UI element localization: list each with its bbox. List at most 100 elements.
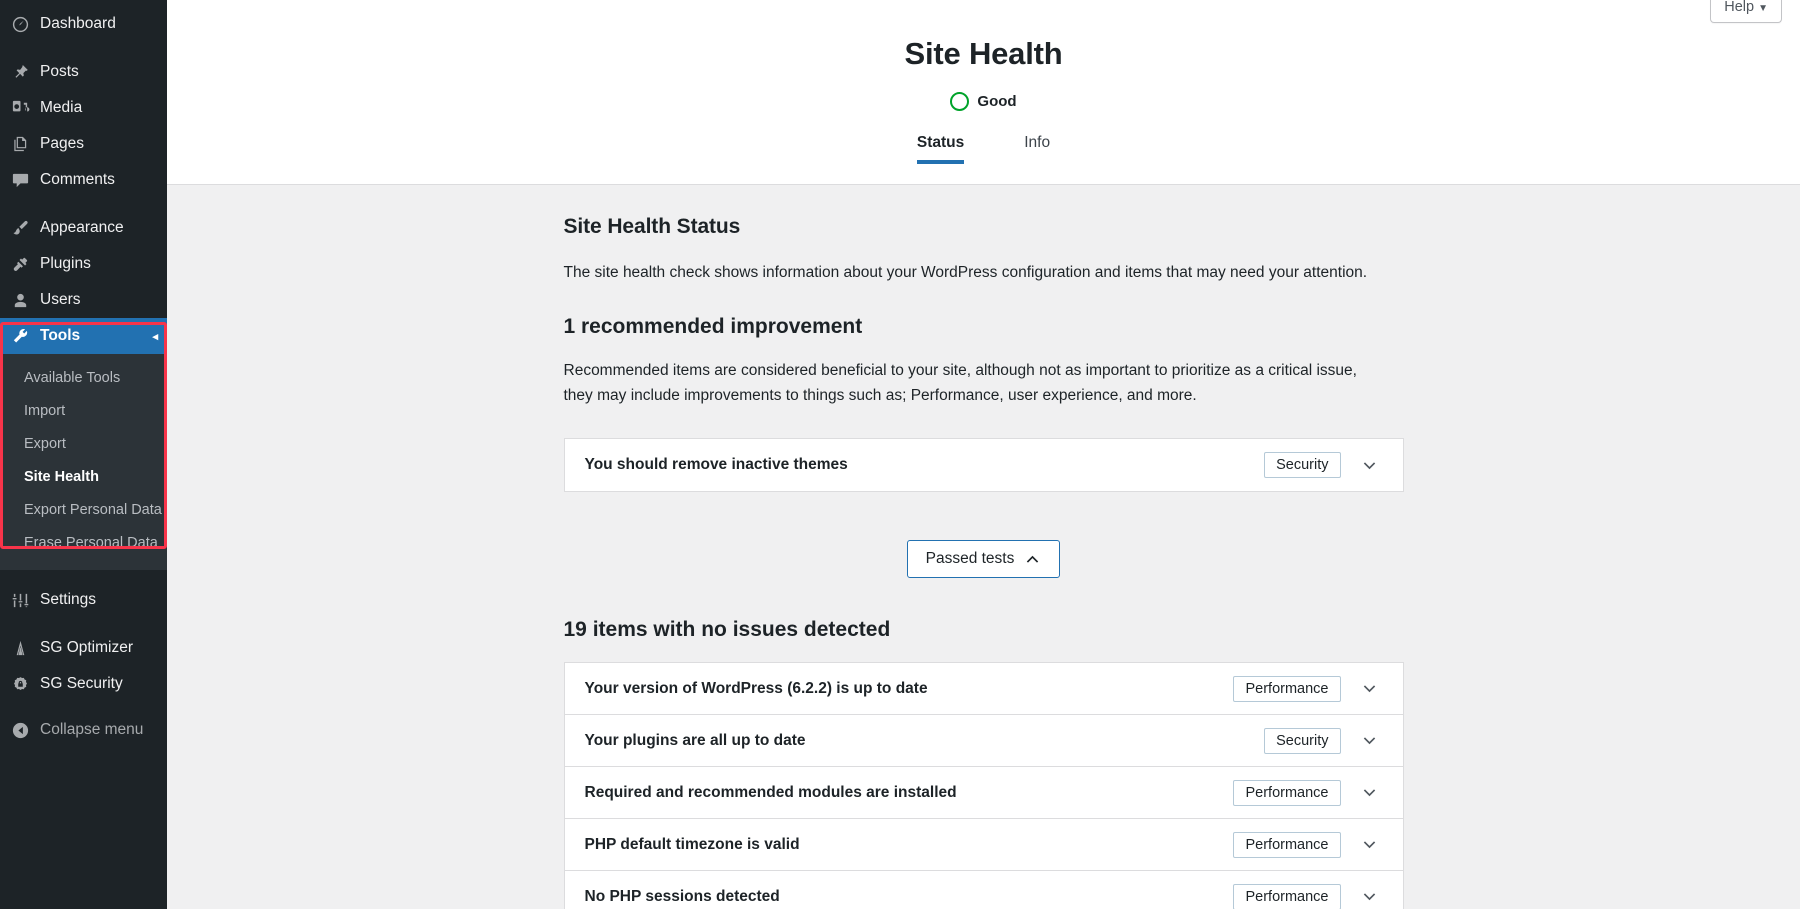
status-label: Good <box>977 93 1016 110</box>
site-health-status-heading: Site Health Status <box>564 215 1404 239</box>
status-badge: Performance <box>1233 884 1340 909</box>
brush-icon <box>9 218 31 238</box>
sidebar-item-label: Appearance <box>40 220 124 236</box>
sidebar-separator <box>0 42 167 54</box>
page-header: Help ▼ Site Health Good Status Info <box>167 0 1800 185</box>
sidebar-item-label: Media <box>40 100 82 116</box>
sidebar-item-label: Tools <box>40 328 80 344</box>
submenu-item-available-tools[interactable]: Available Tools <box>0 362 167 395</box>
recommended-item-row[interactable]: You should remove inactive themesSecurit… <box>565 439 1403 491</box>
passed-item-row[interactable]: Your version of WordPress (6.2.2) is up … <box>565 663 1403 715</box>
chevron-up-icon <box>1024 551 1041 568</box>
issue-title: Your version of WordPress (6.2.2) is up … <box>585 680 1234 698</box>
chevron-down-icon: ▼ <box>1758 3 1768 14</box>
sidebar-item-label: SG Security <box>40 676 123 692</box>
sidebar-item-label: Collapse menu <box>40 722 143 738</box>
recommended-items-list: You should remove inactive themesSecurit… <box>564 438 1404 492</box>
sidebar-item-label: Plugins <box>40 256 91 272</box>
content-area: Site Health Status The site health check… <box>167 185 1800 909</box>
sidebar-item-sg-security[interactable]: SG Security <box>0 666 167 702</box>
sidebar-item-dashboard[interactable]: Dashboard <box>0 6 167 42</box>
page-tabs: Status Info <box>167 130 1800 164</box>
sidebar-item-users[interactable]: Users <box>0 282 167 318</box>
sidebar-separator <box>0 618 167 630</box>
sidebar-item-plugins[interactable]: Plugins <box>0 246 167 282</box>
submenu-item-erase-personal-data[interactable]: Erase Personal Data <box>0 527 167 560</box>
chevron-down-icon[interactable] <box>1359 782 1381 804</box>
sidebar-item-media[interactable]: Media <box>0 90 167 126</box>
chevron-down-icon[interactable] <box>1359 834 1381 856</box>
chevron-down-icon[interactable] <box>1359 730 1381 752</box>
issue-title: Required and recommended modules are ins… <box>585 784 1234 802</box>
plug-icon <box>9 254 31 274</box>
passed-items-list: Your version of WordPress (6.2.2) is up … <box>564 662 1404 909</box>
sidebar-separator <box>0 570 167 582</box>
sidebar-item-label: Settings <box>40 592 96 608</box>
recommended-improvement-heading: 1 recommended improvement <box>564 315 1404 339</box>
sidebar-item-label: Comments <box>40 172 115 188</box>
help-button[interactable]: Help ▼ <box>1710 0 1782 23</box>
recommended-improvement-description: Recommended items are considered benefic… <box>564 359 1384 408</box>
status-badge: Security <box>1264 452 1340 478</box>
submenu-item-export-personal-data[interactable]: Export Personal Data <box>0 494 167 527</box>
wrench-icon <box>9 326 31 346</box>
site-health-status-description: The site health check shows information … <box>564 261 1384 285</box>
status-ring-icon <box>950 92 969 111</box>
settings-icon <box>9 590 31 610</box>
chevron-down-icon[interactable] <box>1359 886 1381 908</box>
admin-sidebar: Dashboard Posts Media Pages Comments Appearan… <box>0 0 167 909</box>
passed-item-row[interactable]: Required and recommended modules are ins… <box>565 767 1403 819</box>
passed-tests-button[interactable]: Passed tests <box>907 540 1061 578</box>
submenu-item-site-health[interactable]: Site Health <box>0 461 167 494</box>
media-icon <box>9 98 31 118</box>
collapse-icon <box>9 720 31 740</box>
help-label: Help <box>1724 0 1754 15</box>
sidebar-item-appearance[interactable]: Appearance <box>0 210 167 246</box>
pages-icon <box>9 134 31 154</box>
main-content: Help ▼ Site Health Good Status Info Site … <box>167 0 1800 909</box>
submenu-item-import[interactable]: Import <box>0 395 167 428</box>
tab-info[interactable]: Info <box>994 130 1080 164</box>
tab-status[interactable]: Status <box>887 130 994 164</box>
tools-submenu: Available ToolsImportExportSite HealthEx… <box>0 354 167 570</box>
passed-item-row[interactable]: No PHP sessions detectedPerformance <box>565 871 1403 909</box>
dashboard-icon <box>9 14 31 34</box>
comments-icon <box>9 170 31 190</box>
status-badge: Performance <box>1233 780 1340 806</box>
status-badge: Security <box>1264 728 1340 754</box>
sidebar-separator <box>0 198 167 210</box>
sidebar-item-comments[interactable]: Comments <box>0 162 167 198</box>
sg-optimizer-icon <box>9 638 31 658</box>
sidebar-item-posts[interactable]: Posts <box>0 54 167 90</box>
issue-title: No PHP sessions detected <box>585 888 1234 906</box>
sidebar-item-label: Dashboard <box>40 16 116 32</box>
pin-icon <box>9 62 31 82</box>
submenu-item-export[interactable]: Export <box>0 428 167 461</box>
status-badge: Performance <box>1233 676 1340 702</box>
site-status: Good <box>167 92 1800 111</box>
sidebar-item-label: Posts <box>40 64 79 80</box>
sidebar-item-label: SG Optimizer <box>40 640 133 656</box>
sidebar-item-label: Pages <box>40 136 84 152</box>
passed-tests-heading: 19 items with no issues detected <box>564 618 1404 642</box>
chevron-down-icon[interactable] <box>1359 454 1381 476</box>
sidebar-item-label: Users <box>40 292 80 308</box>
sidebar-item-sg-optimizer[interactable]: SG Optimizer <box>0 630 167 666</box>
chevron-down-icon[interactable] <box>1359 678 1381 700</box>
page-title: Site Health <box>167 0 1800 72</box>
issue-title: PHP default timezone is valid <box>585 836 1234 854</box>
passed-item-row[interactable]: PHP default timezone is validPerformance <box>565 819 1403 871</box>
issue-title: Your plugins are all up to date <box>585 732 1265 750</box>
sg-security-icon <box>9 674 31 694</box>
passed-tests-label: Passed tests <box>926 550 1015 568</box>
chevron-left-icon: ◂ <box>152 330 158 343</box>
sidebar-item-tools[interactable]: Tools ◂ <box>0 318 167 354</box>
sidebar-item-settings[interactable]: Settings <box>0 582 167 618</box>
user-icon <box>9 290 31 310</box>
status-badge: Performance <box>1233 832 1340 858</box>
sidebar-item-collapse-menu[interactable]: Collapse menu <box>0 712 167 748</box>
passed-item-row[interactable]: Your plugins are all up to dateSecurity <box>565 715 1403 767</box>
passed-tests-toggle-wrap: Passed tests <box>564 540 1404 578</box>
sidebar-item-pages[interactable]: Pages <box>0 126 167 162</box>
admin-page: Dashboard Posts Media Pages Comments Appearan… <box>0 0 1800 909</box>
